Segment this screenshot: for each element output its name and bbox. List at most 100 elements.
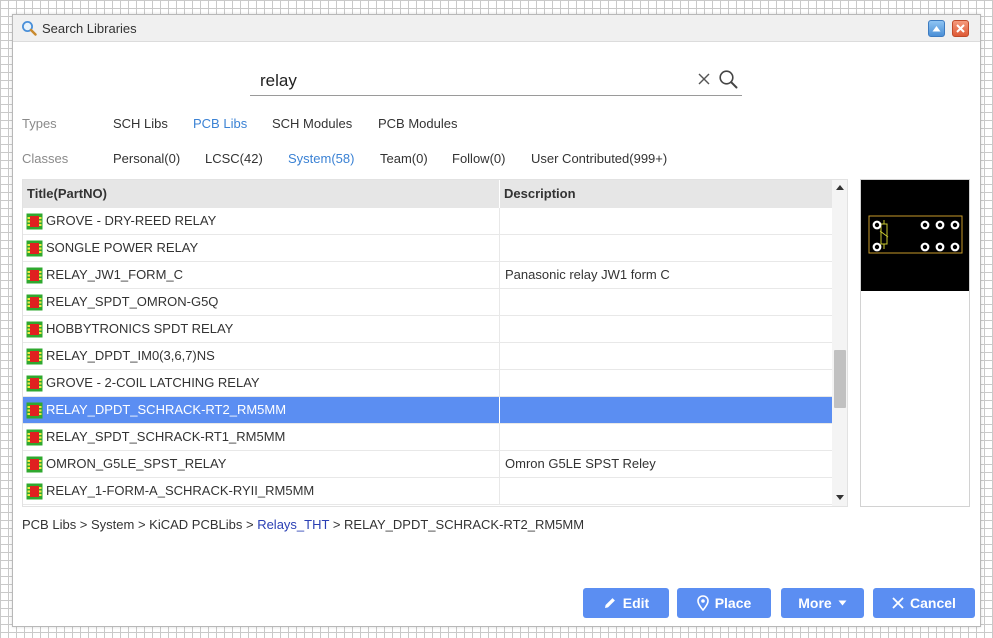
cell-description [500, 424, 837, 450]
cell-title: RELAY_JW1_FORM_C [23, 262, 500, 288]
pcb-footprint-icon [26, 348, 43, 365]
scroll-thumb[interactable] [834, 350, 846, 408]
table-row[interactable]: RELAY_DPDT_IM0(3,6,7)NS [23, 343, 832, 370]
scroll-up-icon[interactable] [836, 185, 844, 190]
cell-title: RELAY_DPDT_SCHRACK-RT2_RM5MM [23, 397, 500, 423]
pcb-footprint-icon [26, 240, 43, 257]
part-title: RELAY_DPDT_SCHRACK-RT2_RM5MM [46, 402, 287, 417]
cell-description [500, 478, 837, 504]
breadcrumb: PCB Libs > System > KiCAD PCBLibs > Rela… [22, 517, 584, 532]
cell-title: RELAY_DPDT_IM0(3,6,7)NS [23, 343, 500, 369]
maximize-button[interactable] [928, 20, 945, 37]
cell-title: OMRON_G5LE_SPST_RELAY [23, 451, 500, 477]
search-libraries-icon [22, 21, 37, 36]
cell-title: HOBBYTRONICS SPDT RELAY [23, 316, 500, 342]
cell-title: RELAY_1-FORM-A_SCHRACK-RYII_RM5MM [23, 478, 500, 504]
results-table: Title(PartNO) Description GROVE - DRY-RE… [22, 179, 848, 507]
cell-description [500, 208, 837, 234]
class-user-contributed[interactable]: User Contributed(999+) [531, 151, 667, 166]
table-scrollbar[interactable] [832, 180, 847, 506]
pcb-footprint-icon [26, 267, 43, 284]
table-row[interactable]: RELAY_1-FORM-A_SCHRACK-RYII_RM5MM [23, 478, 832, 505]
part-title: RELAY_JW1_FORM_C [46, 267, 184, 282]
title-bar[interactable]: Search Libraries [13, 15, 980, 42]
breadcrumb-path: PCB Libs > System > KiCAD PCBLibs > [22, 517, 258, 532]
close-x-icon [892, 597, 904, 609]
pcb-footprint-icon [26, 429, 43, 446]
table-row[interactable]: OMRON_G5LE_SPST_RELAY Omron G5LE SPST Rel… [23, 451, 832, 478]
types-label: Types [22, 116, 57, 131]
place-button-label: Place [714, 595, 752, 611]
class-personal[interactable]: Personal(0) [113, 151, 180, 166]
type-sch-modules[interactable]: SCH Modules [272, 116, 352, 131]
table-row[interactable]: GROVE - DRY-REED RELAY [23, 208, 832, 235]
pcb-footprint-icon [26, 483, 43, 500]
type-pcb-modules[interactable]: PCB Modules [378, 116, 457, 131]
cell-description [500, 343, 837, 369]
cell-title: GROVE - 2-COIL LATCHING RELAY [23, 370, 500, 396]
cell-description: Omron G5LE SPST Reley [505, 456, 656, 471]
footprint-preview-image [861, 180, 969, 291]
cell-description [500, 316, 837, 342]
table-header: Title(PartNO) Description [23, 180, 832, 208]
class-system[interactable]: System(58) [288, 151, 354, 166]
table-row[interactable]: SONGLE POWER RELAY [23, 235, 832, 262]
table-row[interactable]: GROVE - 2-COIL LATCHING RELAY [23, 370, 832, 397]
search-input[interactable] [258, 68, 682, 94]
class-follow[interactable]: Follow(0) [452, 151, 505, 166]
table-row[interactable]: HOBBYTRONICS SPDT RELAY [23, 316, 832, 343]
clear-search-icon[interactable] [697, 72, 711, 86]
cell-description [500, 370, 837, 396]
breadcrumb-current: > RELAY_DPDT_SCHRACK-RT2_RM5MM [329, 517, 585, 532]
column-header-title[interactable]: Title(PartNO) [23, 180, 500, 208]
footprint-preview [860, 179, 970, 507]
part-title: HOBBYTRONICS SPDT RELAY [46, 321, 234, 336]
type-pcb-libs[interactable]: PCB Libs [193, 116, 247, 131]
classes-filter-row: Classes Personal(0) LCSC(42) System(58) … [22, 151, 922, 169]
pcb-footprint-icon [26, 375, 43, 392]
pcb-footprint-icon [26, 402, 43, 419]
cell-description [500, 289, 837, 315]
cell-description [500, 235, 837, 261]
table-row[interactable]: RELAY_SPDT_SCHRACK-RT1_RM5MM [23, 424, 832, 451]
table-row[interactable]: RELAY_SPDT_OMRON-G5Q [23, 289, 832, 316]
class-team[interactable]: Team(0) [380, 151, 428, 166]
breadcrumb-link-relays-tht[interactable]: Relays_THT [257, 517, 329, 532]
location-pin-icon [696, 595, 709, 611]
cell-title: GROVE - DRY-REED RELAY [23, 208, 500, 234]
search-libraries-dialog: Search Libraries Types SCH Libs PCB Libs… [12, 14, 981, 627]
close-icon [956, 24, 965, 33]
more-button[interactable]: More [781, 588, 864, 618]
pcb-footprint-icon [26, 294, 43, 311]
part-title: RELAY_DPDT_IM0(3,6,7)NS [46, 348, 215, 363]
maximize-icon [932, 26, 941, 32]
scroll-down-icon[interactable] [836, 495, 844, 500]
table-row[interactable]: RELAY_DPDT_SCHRACK-RT2_RM5MM [23, 397, 832, 424]
part-title: RELAY_SPDT_OMRON-G5Q [46, 294, 219, 309]
class-lcsc[interactable]: LCSC(42) [205, 151, 263, 166]
cell-title: RELAY_SPDT_SCHRACK-RT1_RM5MM [23, 424, 500, 450]
cell-title: RELAY_SPDT_OMRON-G5Q [23, 289, 500, 315]
window-title: Search Libraries [42, 21, 137, 36]
place-button[interactable]: Place [677, 588, 771, 618]
close-button[interactable] [952, 20, 969, 37]
part-title: RELAY_1-FORM-A_SCHRACK-RYII_RM5MM [46, 483, 315, 498]
edit-button-label: Edit [622, 595, 650, 611]
search-bar [250, 65, 742, 96]
cell-description: Panasonic relay JW1 form C [505, 267, 670, 282]
pcb-footprint-icon [26, 456, 43, 473]
more-button-label: More [798, 595, 832, 611]
table-row[interactable]: RELAY_JW1_FORM_C Panasonic relay JW1 form… [23, 262, 832, 289]
part-title: RELAY_SPDT_SCHRACK-RT1_RM5MM [46, 429, 286, 444]
part-title: SONGLE POWER RELAY [46, 240, 199, 255]
edit-button[interactable]: Edit [583, 588, 669, 618]
pcb-footprint-icon [26, 213, 43, 230]
cancel-button[interactable]: Cancel [873, 588, 975, 618]
classes-label: Classes [22, 151, 69, 166]
search-icon[interactable] [718, 69, 738, 89]
pcb-footprint-icon [26, 321, 43, 338]
pencil-icon [604, 598, 615, 608]
type-sch-libs[interactable]: SCH Libs [113, 116, 168, 131]
column-header-description[interactable]: Description [500, 180, 832, 208]
cell-title: SONGLE POWER RELAY [23, 235, 500, 261]
